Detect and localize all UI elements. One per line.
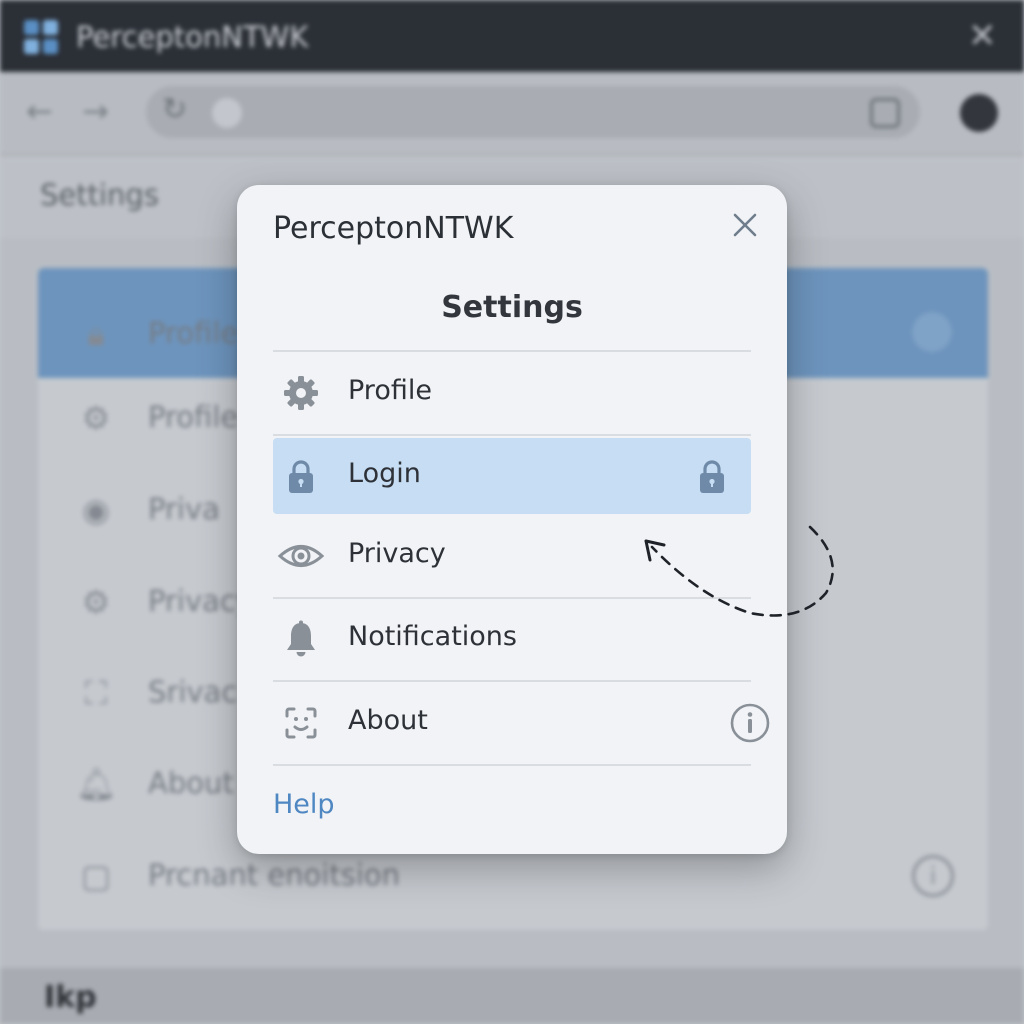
background-gear-icon: ⚙ [81, 583, 111, 621]
background-square-icon: ▢ [80, 857, 112, 895]
divider [273, 680, 751, 682]
menu-item-label: Profile [348, 375, 432, 406]
menu-item-login[interactable]: Login [273, 438, 751, 514]
window-close-icon[interactable]: ✕ [968, 16, 997, 56]
back-arrow-icon[interactable]: ← [26, 92, 53, 130]
lock-icon [700, 460, 724, 493]
app-logo-icon [24, 20, 58, 54]
lock-icon [289, 460, 313, 493]
background-info-icon[interactable]: i [912, 855, 954, 897]
gear-icon [284, 376, 318, 410]
eye-icon [277, 545, 325, 567]
menu-item-profile[interactable]: Profile [273, 355, 751, 431]
close-icon[interactable] [727, 207, 763, 243]
divider [273, 350, 751, 352]
background-lock-icon: 🔒︎ [87, 315, 105, 353]
background-row-label[interactable]: Prcnant enoitsion [148, 858, 400, 892]
dashed-arrow-annotation [644, 525, 834, 617]
info-icon[interactable] [729, 702, 771, 744]
bell-icon [287, 620, 315, 657]
face-scan-icon [285, 707, 317, 739]
footer-logo: Ikp [44, 980, 97, 1015]
help-link[interactable]: Help [273, 789, 335, 820]
menu-item-label: Privacy [348, 538, 446, 569]
site-icon [212, 98, 242, 128]
background-gear-icon: ⚙ [81, 399, 111, 437]
menu-item-about[interactable]: About [273, 685, 770, 761]
divider [273, 764, 751, 766]
background-app-title: PerceptonNTWK [76, 20, 309, 54]
background-selected-indicator [912, 312, 952, 352]
menu-item-label: Notifications [348, 621, 517, 652]
background-face-scan-icon: ⛶ [84, 674, 108, 712]
dialog-app-title: PerceptonNTWK [273, 211, 514, 246]
menu-item-label: About [348, 705, 428, 736]
dialog-title: Settings [441, 290, 583, 325]
background-row-label[interactable]: Profile [148, 400, 238, 434]
background-row-label[interactable]: Priva [148, 492, 220, 526]
background-row-label[interactable]: About [148, 766, 234, 800]
background-page-title: Settings [40, 178, 159, 212]
background-bell-icon: 🔔︎ [76, 765, 117, 803]
forward-arrow-icon[interactable]: → [82, 92, 109, 130]
menu-item-label: Login [348, 458, 421, 489]
divider [273, 434, 751, 436]
extension-icon[interactable] [870, 98, 900, 128]
background-row-label[interactable]: Srivac [148, 675, 237, 709]
background-footer [0, 968, 1024, 1024]
reload-icon[interactable]: ↻ [162, 92, 187, 127]
background-eye-icon: ◉ [82, 491, 110, 529]
address-bar[interactable] [146, 86, 920, 138]
avatar[interactable] [960, 94, 998, 132]
background-row-label[interactable]: Profile [148, 316, 238, 350]
